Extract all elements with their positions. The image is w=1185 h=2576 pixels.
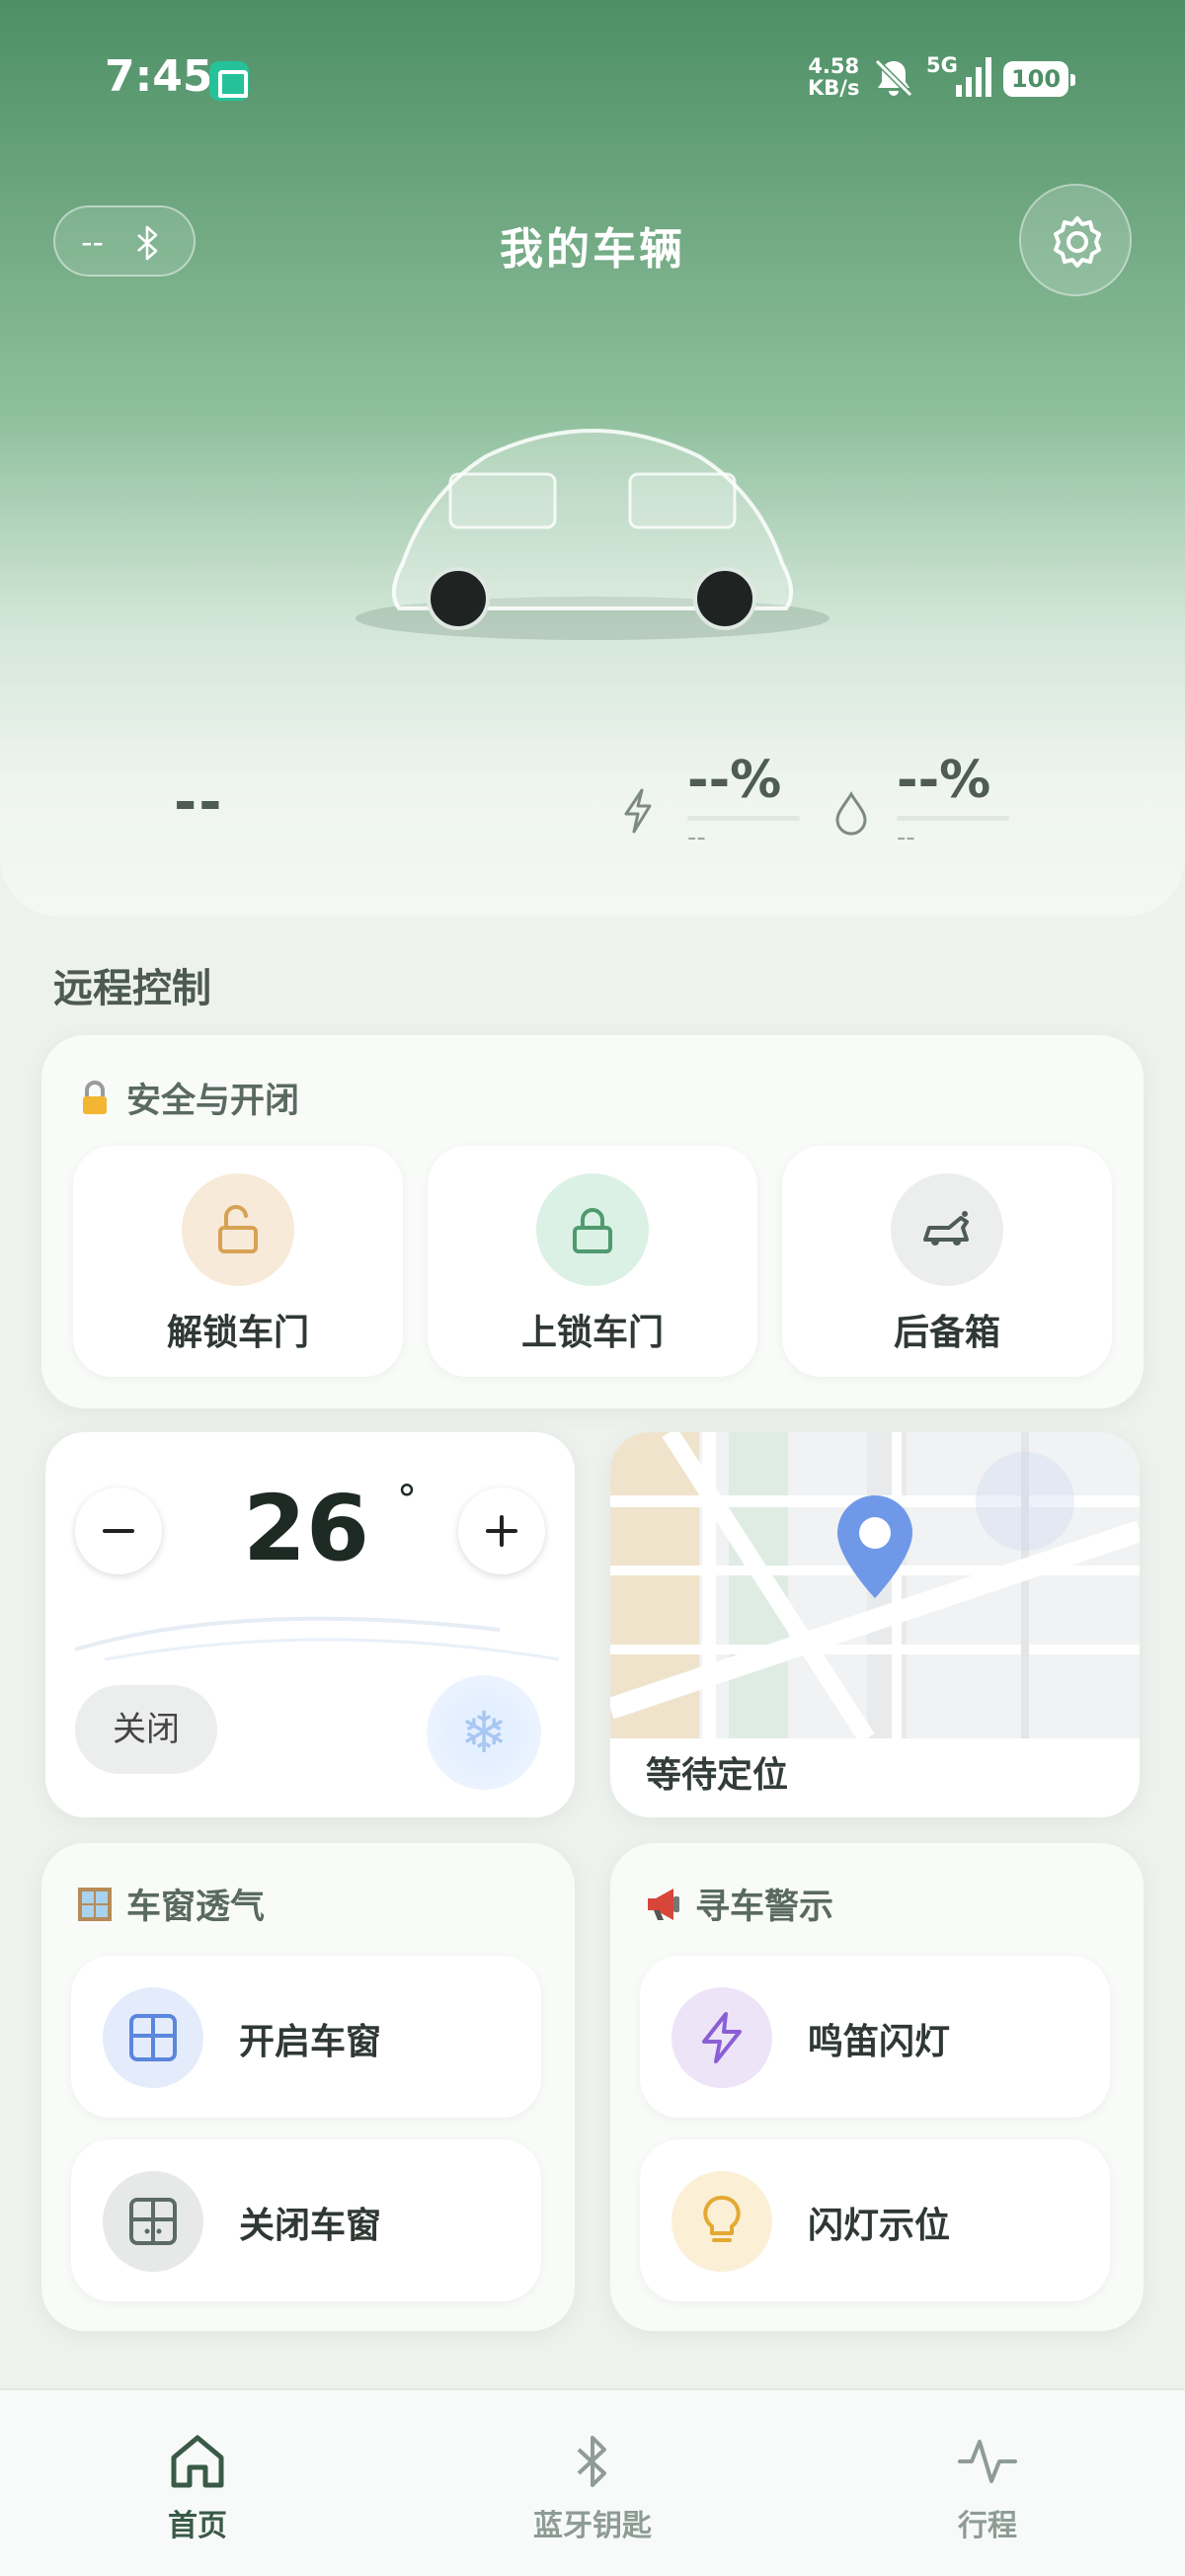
close-window-label: 关闭车窗 [239,2206,382,2246]
flash-locate-label: 闪灯示位 [808,2206,951,2246]
window-close-icon-circle [103,2171,203,2272]
charge-sub: -- [687,823,706,852]
minus-icon [103,1529,134,1533]
temp-decrease-button[interactable] [75,1488,162,1574]
lock-icon-circle [536,1173,649,1286]
find-car-card-label: 寻车警示 [695,1888,834,1927]
status-time: 7:45 [105,51,213,102]
map-pin-icon [837,1495,912,1598]
flash-locate-button[interactable]: 闪灯示位 [640,2139,1110,2301]
lightning-icon-circle [672,1987,772,2088]
app-notification-icon [209,61,249,101]
range-value: -- [174,770,224,835]
window-icon [78,1888,112,1921]
fuel-bar [897,816,1009,821]
battery-icon: 100 [1003,61,1075,97]
net-speed-unit: KB/s [808,76,860,100]
home-icon [171,2435,224,2488]
page-title: 我的车辆 [500,224,685,275]
tab-home-label: 首页 [168,2509,227,2543]
window-open-icon [129,2014,177,2061]
status-bar: 7:45 4.58 KB/s 5G 100 [0,0,1185,158]
window-card-label: 车窗透气 [126,1888,266,1927]
fuel-stat: --% -- [897,751,1045,852]
lock-icon [83,1081,107,1114]
unlock-door-button[interactable]: 解锁车门 [73,1146,403,1377]
charge-percent: --% [687,751,782,810]
charge-stat: --% -- [687,751,835,852]
tab-trips-label: 行程 [958,2509,1017,2543]
unlock-icon [218,1205,258,1253]
airflow-decoration [74,1616,560,1661]
unlock-door-label: 解锁车门 [166,1313,309,1353]
trunk-label: 后备箱 [893,1313,1000,1353]
charge-bar [687,816,800,821]
security-card: 安全与开闭 解锁车门 上锁车门 后备箱 [41,1035,1144,1409]
plus-icon [486,1515,517,1547]
tab-home[interactable]: 首页 [99,2430,296,2544]
trunk-icon-circle [891,1173,1003,1286]
fuel-percent: --% [897,751,991,810]
open-window-label: 开启车窗 [239,2022,382,2062]
security-card-label: 安全与开闭 [126,1082,300,1121]
trunk-button[interactable]: 后备箱 [782,1146,1112,1377]
net-speed: 4.58 KB/s [808,55,859,99]
signal-icon [956,57,991,97]
security-card-title: 安全与开闭 [75,1073,299,1123]
gear-icon [1054,216,1101,268]
climate-off-button[interactable]: 关闭 [75,1685,217,1774]
temperature-degree: ° [397,1478,417,1523]
trunk-icon [923,1211,969,1246]
charge-icon [624,788,652,834]
header: -- 我的车辆 [0,178,1185,296]
horn-flash-label: 鸣笛闪灯 [808,2022,951,2062]
tab-trips[interactable]: 行程 [889,2430,1086,2544]
close-window-button[interactable]: 关闭车窗 [71,2139,541,2301]
fuel-drop-icon [835,791,867,836]
mute-icon [874,58,913,98]
net-speed-value: 4.58 [808,54,860,78]
find-car-card: 寻车警示 鸣笛闪灯 闪灯示位 [610,1843,1144,2331]
open-window-button[interactable]: 开启车窗 [71,1956,541,2118]
location-status: 等待定位 [646,1755,789,1796]
car-illustration [356,429,830,640]
activity-icon [958,2440,1017,2483]
unlock-icon-circle [182,1173,294,1286]
temperature-value: 26 [243,1476,370,1581]
fuel-sub: -- [897,823,915,852]
bulb-icon [703,2196,741,2242]
find-car-card-title: 寻车警示 [644,1879,833,1929]
bluetooth-icon [577,2436,606,2487]
remote-control-title: 远程控制 [53,966,211,1011]
lock-door-label: 上锁车门 [520,1313,664,1353]
location-card[interactable]: 等待定位 [610,1432,1140,1817]
window-open-icon-circle [103,1987,203,2088]
megaphone-icon [648,1889,679,1920]
tab-bluetooth-key-label: 蓝牙钥匙 [533,2509,652,2543]
settings-button[interactable] [1019,184,1132,296]
window-card-title: 车窗透气 [75,1879,265,1929]
lightning-icon [702,2012,742,2063]
horn-flash-button[interactable]: 鸣笛闪灯 [640,1956,1110,2118]
window-close-icon [129,2198,177,2245]
climate-card: 26 ° 关闭 ❄ [45,1432,575,1817]
temp-increase-button[interactable] [458,1488,545,1574]
tab-bluetooth-key[interactable]: 蓝牙钥匙 [494,2430,691,2544]
window-card: 车窗透气 开启车窗 关闭车窗 [41,1843,575,2331]
lock-icon [573,1208,612,1253]
bottom-tab-bar: 首页 蓝牙钥匙 行程 [0,2388,1185,2576]
bulb-icon-circle [672,2171,772,2272]
lock-door-button[interactable]: 上锁车门 [428,1146,757,1377]
snowflake-icon[interactable]: ❄ [427,1675,541,1790]
